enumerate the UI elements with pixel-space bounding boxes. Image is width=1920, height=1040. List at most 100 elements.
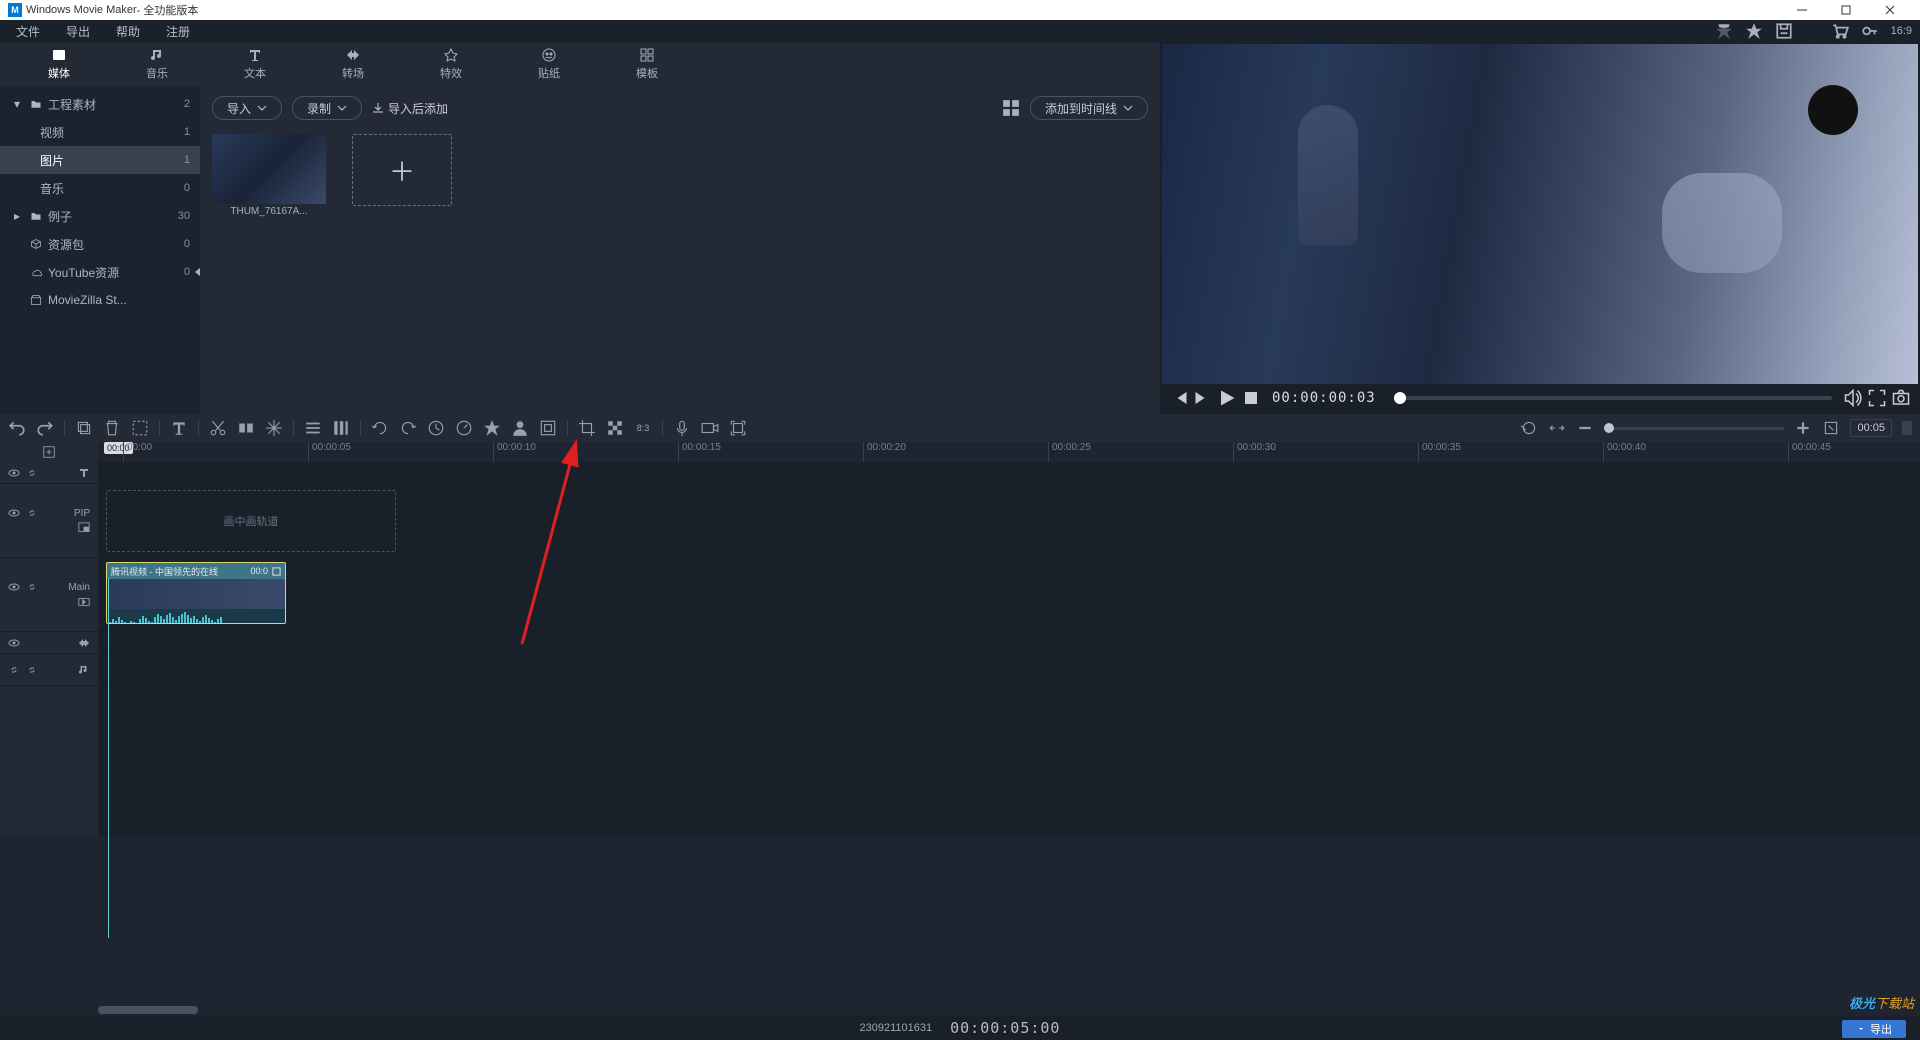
- media-sidebar: ▾ 工程素材 2 视频 1 图片 1 音乐 0 ▸: [0, 86, 200, 414]
- audio-track-body[interactable]: [98, 654, 1920, 686]
- caret-down-icon: ▾: [14, 97, 24, 111]
- zoom-out-icon[interactable]: [1576, 419, 1594, 437]
- color-icon[interactable]: [483, 419, 501, 437]
- select-icon[interactable]: [131, 419, 149, 437]
- loop-icon[interactable]: [1520, 419, 1538, 437]
- aspect-ratio[interactable]: 16:9: [1891, 25, 1912, 37]
- duration-spinner[interactable]: [1902, 421, 1912, 435]
- split-icon[interactable]: [237, 419, 255, 437]
- ratio-icon[interactable]: 8:3: [634, 419, 652, 437]
- record-button[interactable]: 录制: [292, 96, 362, 120]
- media-thumb[interactable]: THUM_76167A...: [212, 134, 326, 217]
- screen-icon[interactable]: [729, 419, 747, 437]
- eye-icon[interactable]: [8, 637, 20, 649]
- freeze-icon[interactable]: [265, 419, 283, 437]
- person-icon[interactable]: [511, 419, 529, 437]
- rotate-ccw-icon[interactable]: [371, 419, 389, 437]
- menu-file[interactable]: 文件: [10, 21, 46, 42]
- import-add-button[interactable]: 导入后添加: [372, 100, 448, 117]
- track-add-button[interactable]: [0, 442, 98, 462]
- seek-slider[interactable]: [1394, 396, 1832, 400]
- menu-register[interactable]: 注册: [160, 21, 196, 42]
- sidebar-item-examples[interactable]: ▸ 例子 30: [0, 202, 200, 230]
- redo-icon[interactable]: [36, 419, 54, 437]
- volume-icon[interactable]: [1844, 389, 1862, 407]
- rotate-cw-icon[interactable]: [399, 419, 417, 437]
- duration-box[interactable]: 00:05: [1850, 419, 1892, 437]
- copy-icon[interactable]: [75, 419, 93, 437]
- tab-transition[interactable]: 转场: [304, 43, 402, 85]
- cut-icon[interactable]: [209, 419, 227, 437]
- window-close-button[interactable]: [1868, 0, 1912, 20]
- tab-templates[interactable]: 模板: [598, 43, 696, 85]
- undo-icon[interactable]: [8, 419, 26, 437]
- menu-help[interactable]: 帮助: [110, 21, 146, 42]
- stop-button[interactable]: [1242, 389, 1260, 407]
- sidebar-item-audio[interactable]: 音乐 0: [0, 174, 200, 202]
- prev-frame-button[interactable]: [1170, 389, 1188, 407]
- export-button[interactable]: 导出: [1842, 1020, 1906, 1038]
- fit-icon[interactable]: [1548, 419, 1566, 437]
- pin-icon[interactable]: [1715, 22, 1733, 40]
- sidebar-item-video[interactable]: 视频 1: [0, 118, 200, 146]
- pip-track-body[interactable]: 画中画轨道: [98, 484, 1920, 558]
- sidebar-item-youtube[interactable]: YouTube资源 0: [0, 258, 200, 286]
- star-icon[interactable]: [1745, 22, 1763, 40]
- expand-icon[interactable]: [272, 567, 281, 576]
- fullscreen-icon[interactable]: [1868, 389, 1886, 407]
- speed-icon[interactable]: [455, 419, 473, 437]
- crop-icon[interactable]: [578, 419, 596, 437]
- add-media-button[interactable]: ＋: [352, 134, 452, 206]
- tab-effects[interactable]: 特效: [402, 43, 500, 85]
- transition-track-body[interactable]: [98, 632, 1920, 654]
- zoom-slider[interactable]: [1604, 427, 1784, 430]
- titlebar: M Windows Movie Maker - 全功能版本: [0, 0, 1920, 20]
- reverse-icon[interactable]: [427, 419, 445, 437]
- import-button[interactable]: 导入: [212, 96, 282, 120]
- save-icon[interactable]: [1775, 22, 1793, 40]
- sidebar-item-moviezilla[interactable]: MovieZilla St...: [0, 286, 200, 314]
- window-minimize-button[interactable]: [1780, 0, 1824, 20]
- eye-icon[interactable]: [8, 467, 20, 479]
- sidebar-item-project[interactable]: ▾ 工程素材 2: [0, 90, 200, 118]
- add-to-timeline-button[interactable]: 添加到时间线: [1030, 96, 1148, 120]
- cart-icon[interactable]: [1831, 22, 1849, 40]
- eye-icon[interactable]: [8, 507, 20, 519]
- timeline-scrollbar[interactable]: [98, 1006, 198, 1014]
- frame-icon[interactable]: [539, 419, 557, 437]
- eye-icon[interactable]: [8, 581, 20, 593]
- link-icon[interactable]: [26, 507, 38, 519]
- link-icon[interactable]: [8, 664, 20, 676]
- window-maximize-button[interactable]: [1824, 0, 1868, 20]
- play-button[interactable]: [1218, 389, 1236, 407]
- key-icon[interactable]: [1861, 22, 1879, 40]
- snapshot-icon[interactable]: [1892, 389, 1910, 407]
- marker-icon[interactable]: [1822, 419, 1840, 437]
- time-ruler[interactable]: 00:00 00:00 00:00:05 00:00:10 00:00:15 0…: [98, 442, 1920, 462]
- text-track-body[interactable]: [98, 462, 1920, 484]
- tab-stickers[interactable]: 贴纸: [500, 43, 598, 85]
- pip-drop-zone[interactable]: 画中画轨道: [106, 490, 396, 552]
- tab-music[interactable]: 音乐: [108, 43, 206, 85]
- link-icon[interactable]: [26, 467, 38, 479]
- next-frame-button[interactable]: [1194, 389, 1212, 407]
- link-icon[interactable]: [26, 664, 38, 676]
- video-clip[interactable]: 腾讯视频 - 中国领先的在线 00:0: [106, 562, 286, 624]
- delete-icon[interactable]: [103, 419, 121, 437]
- columns-icon[interactable]: [332, 419, 350, 437]
- playhead-line[interactable]: [108, 578, 109, 938]
- tab-text[interactable]: 文本: [206, 43, 304, 85]
- sidebar-item-resource[interactable]: 资源包 0: [0, 230, 200, 258]
- mosaic-icon[interactable]: [606, 419, 624, 437]
- grid-view-icon[interactable]: [1002, 99, 1020, 117]
- camera-icon[interactable]: [701, 419, 719, 437]
- align-icon[interactable]: [304, 419, 322, 437]
- mic-icon[interactable]: [673, 419, 691, 437]
- text-tool-icon[interactable]: [170, 419, 188, 437]
- menu-export[interactable]: 导出: [60, 21, 96, 42]
- sidebar-item-image[interactable]: 图片 1: [0, 146, 200, 174]
- zoom-in-icon[interactable]: [1794, 419, 1812, 437]
- main-track-body[interactable]: 腾讯视频 - 中国领先的在线 00:0: [98, 558, 1920, 632]
- tab-media[interactable]: 媒体: [10, 43, 108, 85]
- link-icon[interactable]: [26, 581, 38, 593]
